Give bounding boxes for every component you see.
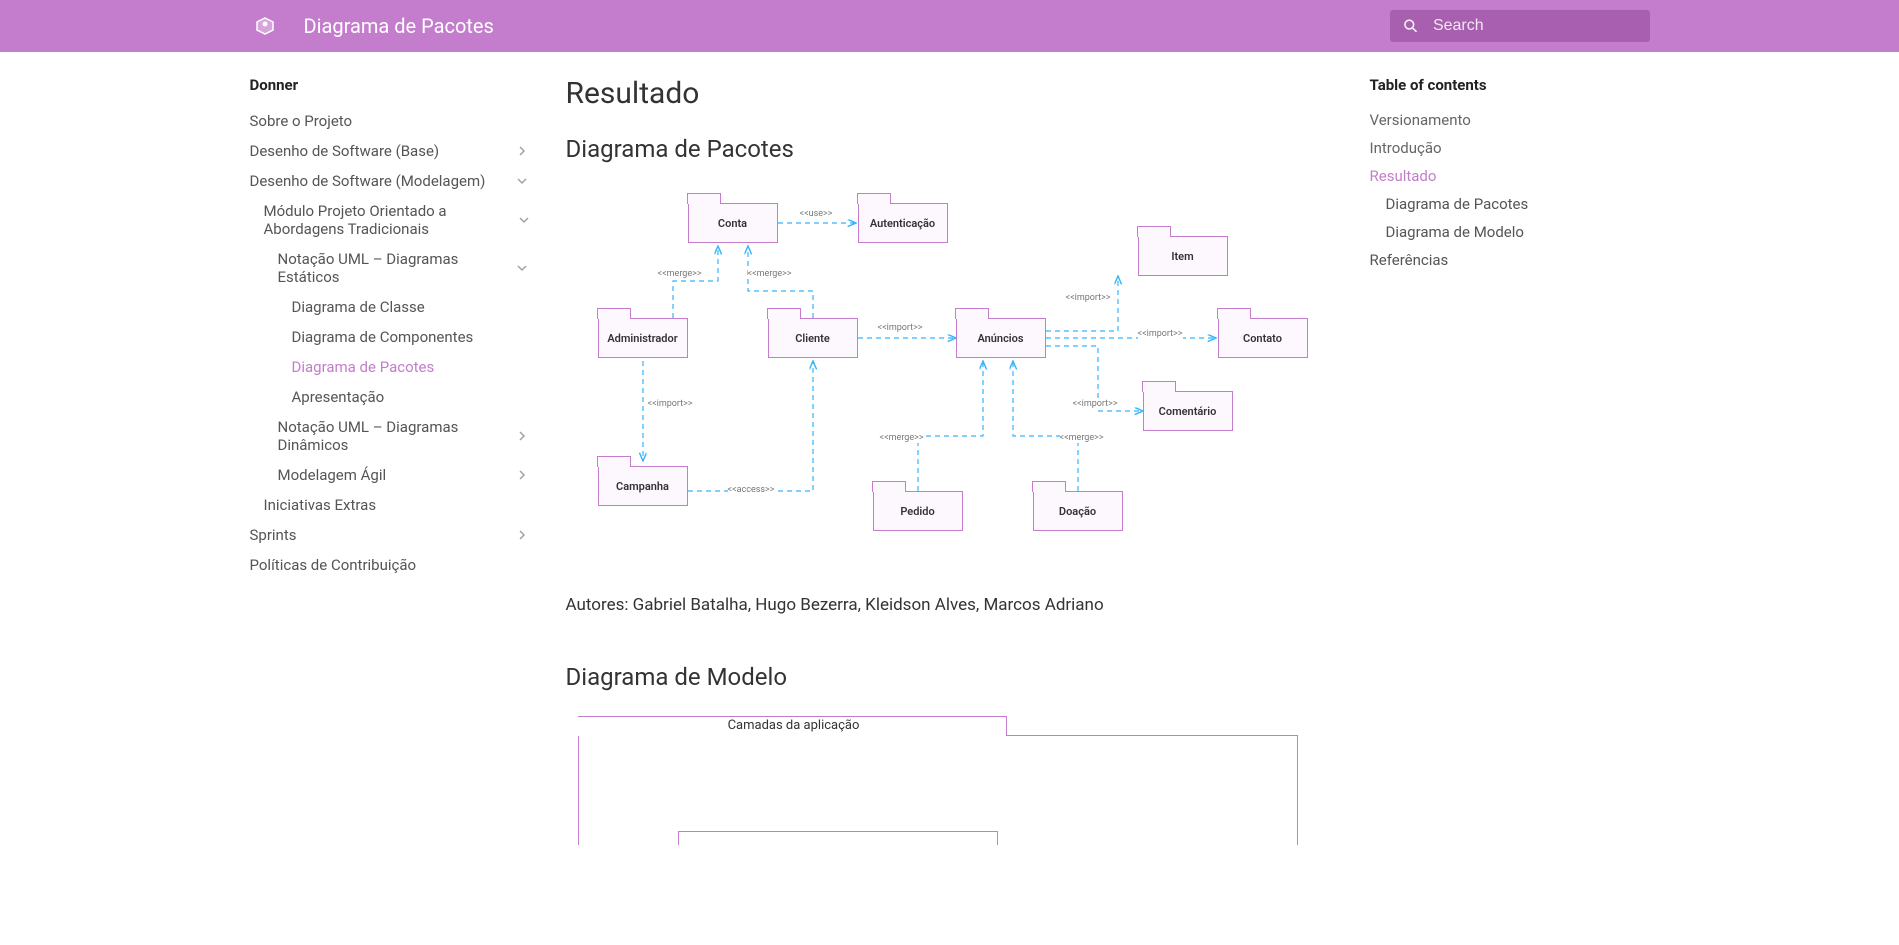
rel-label: <<merge>> xyxy=(880,433,924,443)
nav-label: Módulo Projeto Orientado a Abordagens Tr… xyxy=(264,202,518,238)
nav-label: Diagrama de Classe xyxy=(292,298,425,316)
pkg-item: Item xyxy=(1138,236,1228,276)
model-outer-package: Camadas da aplicação xyxy=(578,735,1298,845)
rel-label: <<import>> xyxy=(1138,329,1183,339)
nav-sobre[interactable]: Sobre o Projeto xyxy=(250,106,530,136)
content-area: Resultado Diagrama de Pacotes xyxy=(566,76,1334,845)
uml-package-diagram: <<use>> <<merge>> <<merge>> <<import>> <… xyxy=(578,181,1328,581)
nav-label: Sobre o Projeto xyxy=(250,112,353,130)
uml-model-diagram: Camadas da aplicação xyxy=(578,715,1308,845)
nav-agil[interactable]: Modelagem Ágil xyxy=(278,460,530,490)
pkg-campanha: Campanha xyxy=(598,466,688,506)
rel-label: <<import>> xyxy=(648,399,693,409)
rel-label: <<import>> xyxy=(1066,293,1111,303)
chevron-right-icon xyxy=(515,428,530,444)
nav-label: Modelagem Ágil xyxy=(278,466,387,484)
nav-dinamicos[interactable]: Notação UML – Diagramas Dinâmicos xyxy=(278,412,530,460)
heading-resultado: Resultado xyxy=(566,76,1334,111)
nav-estaticos[interactable]: Notação UML – Diagramas Estáticos xyxy=(278,244,530,292)
rel-label: <<access>> xyxy=(728,485,775,495)
pkg-pedido: Pedido xyxy=(873,491,963,531)
chevron-down-icon xyxy=(514,260,529,276)
pkg-comentario: Comentário xyxy=(1143,391,1233,431)
nav-site-title[interactable]: Donner xyxy=(250,76,530,94)
page-title: Diagrama de Pacotes xyxy=(304,14,494,38)
nav-modulo[interactable]: Módulo Projeto Orientado a Abordagens Tr… xyxy=(264,196,530,244)
chevron-down-icon xyxy=(518,212,530,228)
nav-diagrama-componentes[interactable]: Diagrama de Componentes xyxy=(292,322,530,352)
nav-label: Diagrama de Pacotes xyxy=(292,358,435,376)
rel-label: <<import>> xyxy=(878,323,923,333)
nav-diagrama-pacotes[interactable]: Diagrama de Pacotes xyxy=(292,352,530,382)
nav-label: Sprints xyxy=(250,526,297,544)
nav-base[interactable]: Desenho de Software (Base) xyxy=(250,136,530,166)
rel-label: <<merge>> xyxy=(1060,433,1104,443)
toc-resultado[interactable]: Resultado xyxy=(1370,162,1650,190)
nav-modelagem[interactable]: Desenho de Software (Modelagem) xyxy=(250,166,530,196)
heading-diagrama-modelo: Diagrama de Modelo xyxy=(566,663,1334,691)
pkg-conta: Conta xyxy=(688,203,778,243)
logo-icon[interactable] xyxy=(250,11,280,41)
nav-label: Notação UML – Diagramas Estáticos xyxy=(278,250,515,286)
sidebar-nav: Donner Sobre o Projeto Desenho de Softwa… xyxy=(250,76,530,845)
toc-referencias[interactable]: Referências xyxy=(1370,246,1650,274)
rel-label: <<merge>> xyxy=(748,269,792,279)
rel-label: <<import>> xyxy=(1073,399,1118,409)
nav-label: Apresentação xyxy=(292,388,385,406)
nav-label: Desenho de Software (Base) xyxy=(250,142,440,160)
nav-sprints[interactable]: Sprints xyxy=(250,520,530,550)
nav-label: Notação UML – Diagramas Dinâmicos xyxy=(278,418,515,454)
heading-diagrama-pacotes: Diagrama de Pacotes xyxy=(566,135,1334,163)
toc-introducao[interactable]: Introdução xyxy=(1370,134,1650,162)
pkg-doacao: Doação xyxy=(1033,491,1123,531)
chevron-down-icon xyxy=(514,173,530,189)
nav-politicas[interactable]: Políticas de Contribuição xyxy=(250,550,530,580)
rel-label: <<use>> xyxy=(800,209,833,219)
pkg-contato: Contato xyxy=(1218,318,1308,358)
nav-label: Políticas de Contribuição xyxy=(250,556,417,574)
pkg-autenticacao: Autenticação xyxy=(858,203,948,243)
rel-label: <<merge>> xyxy=(658,269,702,279)
app-header: Diagrama de Pacotes xyxy=(0,0,1899,52)
search-input[interactable] xyxy=(1431,16,1638,36)
toc-pacotes[interactable]: Diagrama de Pacotes xyxy=(1386,190,1650,218)
pkg-administrador: Administrador xyxy=(598,318,688,358)
model-outer-label: Camadas da aplicação xyxy=(579,718,1009,733)
chevron-right-icon xyxy=(514,467,530,483)
nav-label: Desenho de Software (Modelagem) xyxy=(250,172,486,190)
authors: Autores: Gabriel Batalha, Hugo Bezerra, … xyxy=(566,595,1334,615)
pkg-cliente: Cliente xyxy=(768,318,858,358)
nav-label: Iniciativas Extras xyxy=(264,496,377,514)
nav-label: Diagrama de Componentes xyxy=(292,328,474,346)
pkg-anuncios: Anúncios xyxy=(956,318,1046,358)
toc: Table of contents Versionamento Introduç… xyxy=(1370,76,1650,845)
toc-title: Table of contents xyxy=(1370,76,1650,94)
nav-apresentacao[interactable]: Apresentação xyxy=(292,382,530,412)
search-box[interactable] xyxy=(1390,10,1650,42)
search-icon xyxy=(1402,16,1419,36)
nav-diagrama-classe[interactable]: Diagrama de Classe xyxy=(292,292,530,322)
toc-modelo[interactable]: Diagrama de Modelo xyxy=(1386,218,1650,246)
chevron-right-icon xyxy=(514,527,530,543)
nav-iniciativas[interactable]: Iniciativas Extras xyxy=(264,490,530,520)
chevron-right-icon xyxy=(514,143,530,159)
toc-versionamento[interactable]: Versionamento xyxy=(1370,106,1650,134)
